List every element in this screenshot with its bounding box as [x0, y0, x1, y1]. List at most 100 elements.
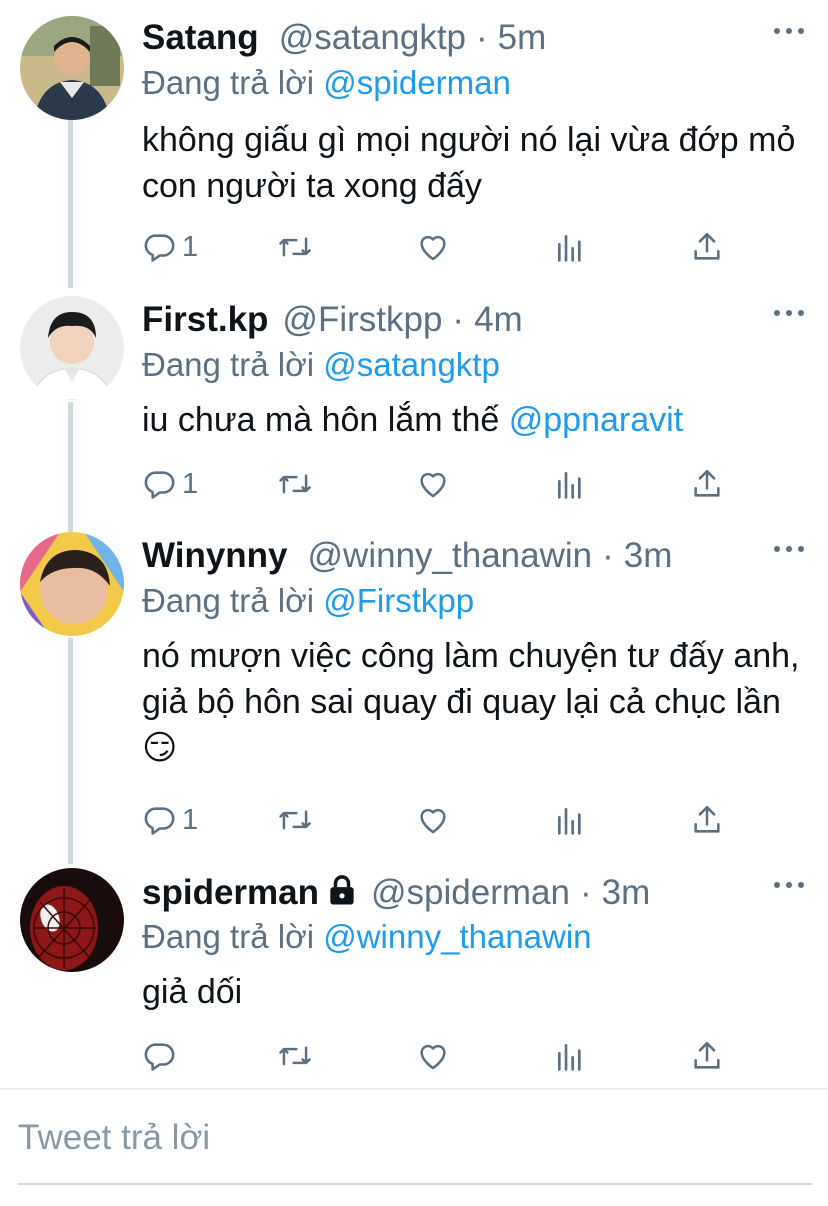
- retweet-icon: [277, 467, 313, 501]
- display-name[interactable]: Satang: [142, 18, 259, 58]
- like-button[interactable]: [415, 464, 451, 504]
- reply-icon: [142, 467, 176, 501]
- tweet-satang[interactable]: Satang @satangktp · 5m Đang trả lời @spi…: [0, 0, 828, 288]
- replying-to-mention[interactable]: @satangktp: [323, 346, 500, 383]
- user-handle[interactable]: @Firstkpp: [282, 300, 442, 340]
- retweet-button[interactable]: [277, 800, 313, 840]
- reply-button[interactable]: 1: [142, 464, 198, 504]
- separator-dot: ·: [452, 300, 465, 339]
- heart-icon: [415, 230, 451, 264]
- reply-button[interactable]: 1: [142, 227, 198, 267]
- analytics-button[interactable]: [555, 464, 585, 504]
- replying-to-label: Đang trả lời: [142, 346, 315, 383]
- replying-to: Đang trả lời @winny_thanawin: [142, 917, 592, 957]
- reply-icon: [142, 803, 176, 837]
- lock-icon: [327, 874, 357, 915]
- like-button[interactable]: [415, 800, 451, 840]
- analytics-button[interactable]: [555, 227, 585, 267]
- tweet-actions: 1: [0, 800, 828, 840]
- replying-to-mention[interactable]: @winny_thanawin: [323, 918, 591, 955]
- analytics-button[interactable]: [555, 800, 585, 840]
- retweet-button[interactable]: [277, 1036, 313, 1076]
- heart-icon: [415, 803, 451, 837]
- tweet-actions: 1: [0, 464, 828, 504]
- compose-divider: [0, 1088, 828, 1090]
- tweet-first[interactable]: First.kp @Firstkpp · 4m Đang trả lời @sa…: [0, 282, 828, 538]
- tweet-header: First.kp @Firstkpp · 4m: [142, 300, 768, 340]
- separator-dot: ·: [579, 873, 592, 912]
- analytics-icon: [555, 1040, 585, 1072]
- replying-to-mention[interactable]: @Firstkpp: [323, 582, 474, 619]
- like-button[interactable]: [415, 1036, 451, 1076]
- tweet-time[interactable]: 5m: [498, 18, 547, 58]
- user-handle[interactable]: @satangktp: [279, 18, 466, 58]
- separator-dot: ·: [602, 536, 614, 575]
- display-name[interactable]: spiderman: [142, 873, 319, 913]
- like-button[interactable]: [415, 227, 451, 267]
- tweet-text: iu chưa mà hôn lắm thế @ppnaravit: [142, 397, 812, 443]
- tweet-header: Winynny @winny_thanawin · 3m: [142, 536, 768, 576]
- reply-button[interactable]: [142, 1036, 176, 1076]
- replying-to: Đang trả lời @spiderman: [142, 63, 511, 103]
- retweet-button[interactable]: [277, 464, 313, 504]
- replying-to: Đang trả lời @Firstkpp: [142, 581, 474, 621]
- tweet-winynny[interactable]: Winynny @winny_thanawin · 3m Đang trả lờ…: [0, 518, 828, 864]
- retweet-button[interactable]: [277, 227, 313, 267]
- analytics-icon: [555, 231, 585, 263]
- avatar-first[interactable]: [20, 296, 124, 400]
- replying-to-label: Đang trả lời: [142, 582, 315, 619]
- avatar-satang[interactable]: [20, 16, 124, 120]
- reply-count: 1: [182, 803, 199, 836]
- replying-to-label: Đang trả lời: [142, 918, 315, 955]
- tweet-header: Satang @satangktp · 5m: [142, 18, 768, 58]
- tweet-time[interactable]: 3m: [624, 536, 673, 576]
- reply-compose-input[interactable]: Tweet trả lời: [18, 1110, 812, 1186]
- reply-icon: [142, 230, 176, 264]
- tweet-text-mention[interactable]: @ppnaravit: [509, 401, 683, 439]
- user-avatar-icon: [20, 296, 124, 400]
- tweet-text-body: iu chưa mà hôn lắm thế: [142, 401, 509, 439]
- replying-to-mention[interactable]: @spiderman: [323, 64, 511, 101]
- analytics-icon: [555, 804, 585, 836]
- display-name[interactable]: Winynny: [142, 536, 288, 576]
- tweet-text: giả dối: [142, 973, 243, 1011]
- reply-count: 1: [182, 230, 199, 263]
- tweet-actions: [0, 1036, 828, 1076]
- share-icon: [690, 1039, 724, 1073]
- tweet-header: spiderman @spiderman · 3m: [142, 872, 768, 913]
- more-icon[interactable]: [774, 880, 804, 890]
- retweet-icon: [277, 803, 313, 837]
- more-icon[interactable]: [774, 308, 804, 318]
- replying-to: Đang trả lời @satangktp: [142, 345, 500, 385]
- reply-count: 1: [182, 467, 199, 500]
- analytics-icon: [555, 468, 585, 500]
- share-button[interactable]: [690, 464, 724, 504]
- tweet-spiderman[interactable]: spiderman @spiderman · 3m Đang trả lời @…: [0, 854, 828, 1088]
- share-button[interactable]: [690, 800, 724, 840]
- tweet-time[interactable]: 3m: [602, 873, 651, 913]
- user-handle[interactable]: @spiderman: [371, 873, 570, 913]
- more-icon[interactable]: [774, 544, 804, 554]
- separator-dot: ·: [476, 18, 488, 57]
- share-button[interactable]: [690, 227, 724, 267]
- user-avatar-icon: [20, 16, 124, 120]
- replying-to-label: Đang trả lời: [142, 64, 315, 101]
- more-icon[interactable]: [774, 26, 804, 36]
- share-button[interactable]: [690, 1036, 724, 1076]
- share-icon: [690, 803, 724, 837]
- avatar-winynny[interactable]: [20, 532, 124, 636]
- user-avatar-icon: [20, 868, 124, 972]
- reply-button[interactable]: 1: [142, 800, 198, 840]
- heart-icon: [415, 467, 451, 501]
- avatar-spiderman[interactable]: [20, 868, 124, 972]
- user-handle[interactable]: @winny_thanawin: [308, 536, 593, 576]
- tweet-actions: 1: [0, 227, 828, 267]
- analytics-button[interactable]: [555, 1036, 585, 1076]
- retweet-icon: [277, 1039, 313, 1073]
- share-icon: [690, 467, 724, 501]
- display-name[interactable]: First.kp: [142, 300, 268, 340]
- tweet-text: nó mượn việc công làm chuyện tư đấy anh,…: [142, 637, 800, 767]
- user-avatar-icon: [20, 532, 124, 636]
- heart-icon: [415, 1039, 451, 1073]
- tweet-time[interactable]: 4m: [474, 300, 523, 340]
